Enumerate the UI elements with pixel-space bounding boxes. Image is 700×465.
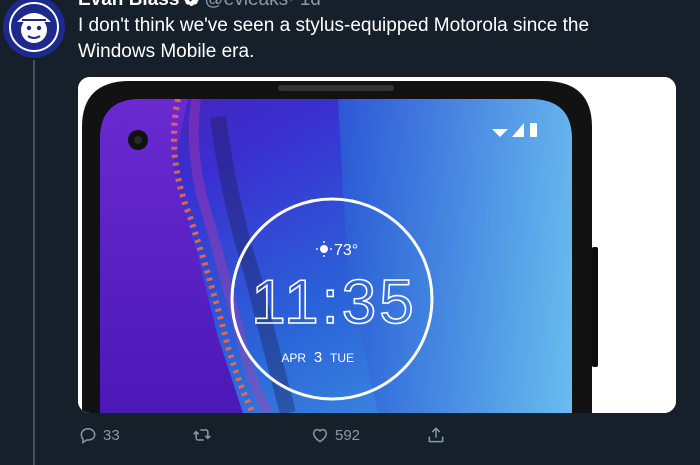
retweet-icon	[193, 429, 211, 441]
tweet-text: I don't think we've seen a stylus-equipp…	[78, 15, 590, 62]
thread-line	[33, 60, 35, 465]
heart-icon	[313, 428, 327, 443]
like-count: 592	[335, 426, 361, 444]
weather-temp: 73°	[334, 242, 358, 259]
reply-button[interactable]: 33	[78, 423, 120, 447]
like-button[interactable]: 592	[310, 423, 360, 447]
verified-badge-icon	[184, 0, 200, 6]
avatar-illustration	[3, 0, 65, 58]
tweet-time[interactable]: 1d	[300, 0, 321, 10]
phone-side-button	[592, 247, 598, 367]
separator: ·	[288, 0, 294, 10]
date-month: APR	[281, 351, 306, 365]
tweet-header: Evan Blass @evleaks· 1d	[78, 0, 321, 10]
retweet-button[interactable]	[192, 423, 217, 447]
date-day: 3	[314, 349, 322, 366]
reply-icon	[80, 427, 96, 444]
reply-count: 33	[103, 426, 120, 444]
date-weekday: TUE	[330, 351, 354, 365]
tweet-media[interactable]: 73° 11:35 APR 3 TUE	[78, 77, 676, 413]
author-handle[interactable]: @evleaks	[204, 0, 288, 10]
tweet: Evan Blass @evleaks· 1d I don't think we'…	[0, 0, 700, 465]
share-icon	[428, 427, 444, 443]
phone-earpiece	[278, 85, 394, 91]
clock-time: 11:35	[251, 268, 417, 337]
author-name[interactable]: Evan Blass	[78, 0, 179, 10]
share-button[interactable]	[426, 423, 451, 447]
tweet-actions: 33 592	[78, 423, 678, 447]
phone-image: 73° 11:35 APR 3 TUE	[78, 77, 676, 413]
avatar[interactable]	[3, 0, 65, 58]
